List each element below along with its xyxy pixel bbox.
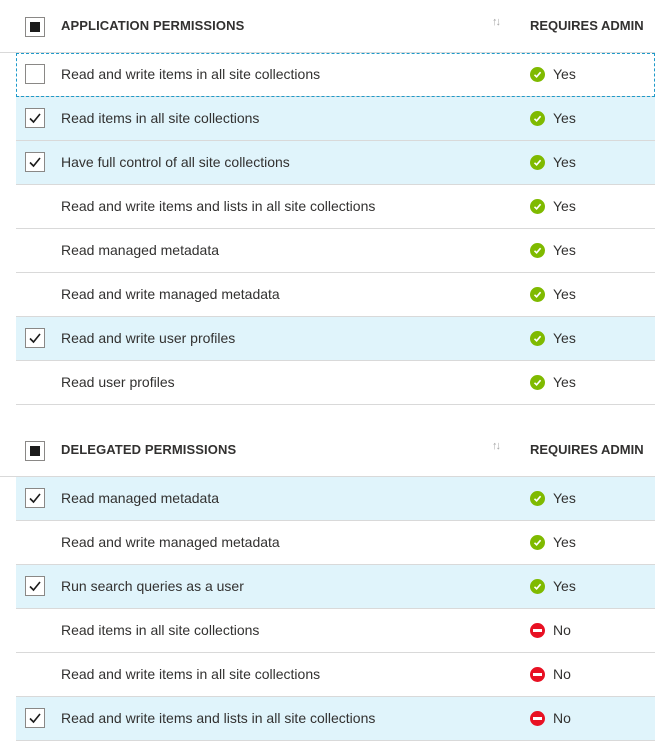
permission-row[interactable]: Read items in all site collections Yes xyxy=(16,97,655,141)
permission-label: Read managed metadata xyxy=(61,490,219,506)
row-checkbox[interactable] xyxy=(25,488,45,508)
requires-admin-text: Yes xyxy=(553,490,576,506)
check-circle-icon xyxy=(530,154,545,170)
permission-label: Read and write managed metadata xyxy=(61,534,280,550)
delegated-permissions-header: DELEGATED PERMISSIONS ↑↓ REQUIRES ADMIN xyxy=(0,424,655,477)
requires-admin-text: Yes xyxy=(553,330,576,346)
permission-row[interactable]: Read and write items in all site collect… xyxy=(16,653,655,697)
permission-row[interactable]: Read and write items and lists in all si… xyxy=(16,185,655,229)
requires-admin-text: No xyxy=(553,622,571,638)
requires-admin-value: Yes xyxy=(530,154,576,170)
permission-row[interactable]: Run search queries as a user Yes xyxy=(16,565,655,609)
blocked-icon xyxy=(530,666,545,682)
requires-admin-text: Yes xyxy=(553,110,576,126)
check-circle-icon xyxy=(530,242,545,258)
permission-row[interactable]: Have full control of all site collection… xyxy=(16,141,655,185)
requires-admin-value: Yes xyxy=(530,286,576,302)
row-checkbox[interactable] xyxy=(25,108,45,128)
row-checkbox[interactable] xyxy=(25,64,45,84)
permission-label: Read user profiles xyxy=(61,374,175,390)
check-circle-icon xyxy=(530,490,545,506)
requires-admin-value: Yes xyxy=(530,198,576,214)
check-circle-icon xyxy=(530,110,545,126)
permission-row[interactable]: Read managed metadata Yes xyxy=(16,229,655,273)
permission-label: Read items in all site collections xyxy=(61,622,260,638)
delegated-permissions-section: DELEGATED PERMISSIONS ↑↓ REQUIRES ADMIN … xyxy=(0,424,655,741)
sort-icon[interactable]: ↑↓ xyxy=(492,440,501,452)
blocked-icon xyxy=(530,622,545,638)
permission-label: Read and write items in all site collect… xyxy=(61,66,321,82)
requires-admin-value: Yes xyxy=(530,110,576,126)
requires-admin-text: Yes xyxy=(553,534,576,550)
requires-admin-text: Yes xyxy=(553,578,576,594)
requires-admin-header[interactable]: REQUIRES ADMIN xyxy=(530,442,644,457)
row-checkbox[interactable] xyxy=(25,152,45,172)
permission-row[interactable]: Read and write items and lists in all si… xyxy=(16,697,655,741)
check-circle-icon xyxy=(530,330,545,346)
requires-admin-value: Yes xyxy=(530,242,576,258)
blocked-icon xyxy=(530,710,545,726)
check-circle-icon xyxy=(530,534,545,550)
permission-row[interactable]: Read and write items in all site collect… xyxy=(16,53,655,97)
requires-admin-text: Yes xyxy=(553,286,576,302)
permission-label: Read and write managed metadata xyxy=(61,286,280,302)
requires-admin-value: Yes xyxy=(530,374,576,390)
application-permissions-title[interactable]: APPLICATION PERMISSIONS xyxy=(61,18,244,33)
application-permissions-header: APPLICATION PERMISSIONS ↑↓ REQUIRES ADMI… xyxy=(0,0,655,53)
requires-admin-text: Yes xyxy=(553,66,576,82)
permission-label: Read managed metadata xyxy=(61,242,219,258)
permission-label: Have full control of all site collection… xyxy=(61,154,290,170)
requires-admin-value: No xyxy=(530,710,571,726)
check-circle-icon xyxy=(530,66,545,82)
requires-admin-text: Yes xyxy=(553,242,576,258)
requires-admin-value: No xyxy=(530,666,571,682)
check-circle-icon xyxy=(530,374,545,390)
row-checkbox[interactable] xyxy=(25,576,45,596)
check-circle-icon xyxy=(530,286,545,302)
requires-admin-header[interactable]: REQUIRES ADMIN xyxy=(530,18,644,33)
application-permissions-list: Read and write items in all site collect… xyxy=(0,53,655,405)
permission-label: Read and write items in all site collect… xyxy=(61,666,321,682)
requires-admin-text: No xyxy=(553,710,571,726)
permission-label: Read and write user profiles xyxy=(61,330,236,346)
permission-row[interactable]: Read user profiles Yes xyxy=(16,361,655,405)
check-circle-icon xyxy=(530,578,545,594)
requires-admin-value: Yes xyxy=(530,534,576,550)
permission-label: Read items in all site collections xyxy=(61,110,260,126)
permission-row[interactable]: Read and write managed metadata Yes xyxy=(16,521,655,565)
check-circle-icon xyxy=(530,198,545,214)
row-checkbox[interactable] xyxy=(25,328,45,348)
application-permissions-section: APPLICATION PERMISSIONS ↑↓ REQUIRES ADMI… xyxy=(0,0,655,405)
permission-label: Run search queries as a user xyxy=(61,578,244,594)
requires-admin-value: Yes xyxy=(530,330,576,346)
requires-admin-value: Yes xyxy=(530,578,576,594)
permission-label: Read and write items and lists in all si… xyxy=(61,198,376,214)
requires-admin-text: Yes xyxy=(553,198,576,214)
sort-icon[interactable]: ↑↓ xyxy=(492,16,501,28)
row-checkbox[interactable] xyxy=(25,708,45,728)
requires-admin-value: Yes xyxy=(530,490,576,506)
permission-row[interactable]: Read and write managed metadata Yes xyxy=(16,273,655,317)
requires-admin-text: Yes xyxy=(553,374,576,390)
requires-admin-value: Yes xyxy=(530,66,576,82)
requires-admin-text: No xyxy=(553,666,571,682)
requires-admin-text: Yes xyxy=(553,154,576,170)
requires-admin-value: No xyxy=(530,622,571,638)
delegated-permissions-title[interactable]: DELEGATED PERMISSIONS xyxy=(61,442,236,457)
select-all-application-checkbox[interactable] xyxy=(25,17,45,37)
permission-row[interactable]: Read items in all site collections No xyxy=(16,609,655,653)
permission-row[interactable]: Read managed metadata Yes xyxy=(16,477,655,521)
delegated-permissions-list: Read managed metadata Yes Read and write m… xyxy=(0,477,655,741)
permission-label: Read and write items and lists in all si… xyxy=(61,710,376,726)
permission-row[interactable]: Read and write user profiles Yes xyxy=(16,317,655,361)
select-all-delegated-checkbox[interactable] xyxy=(25,441,45,461)
